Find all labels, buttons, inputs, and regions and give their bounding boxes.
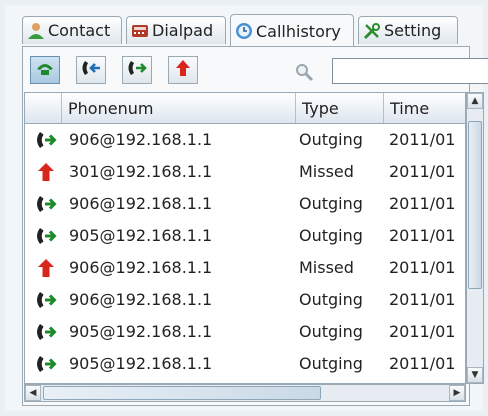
phonenum-cell: 906@192.168.1.1 bbox=[69, 258, 213, 277]
search-icon[interactable] bbox=[294, 62, 314, 82]
outgoing-call-icon bbox=[35, 323, 57, 341]
scroll-up-button[interactable]: ▲ bbox=[467, 93, 483, 109]
time-cell: 2011/01 bbox=[389, 354, 456, 373]
type-cell: Outging bbox=[299, 130, 363, 149]
phonenum-cell: 906@192.168.1.1 bbox=[69, 130, 213, 149]
dialpad-icon bbox=[131, 22, 149, 40]
filter-outgoing-button[interactable] bbox=[122, 56, 152, 84]
column-header-type[interactable]: Type bbox=[295, 93, 383, 123]
column-header-time[interactable]: Time bbox=[383, 93, 465, 123]
incoming-calls-icon bbox=[80, 59, 102, 81]
phonenum-cell: 301@192.168.1.1 bbox=[69, 162, 213, 181]
table-row[interactable]: 905@192.168.1.1 Outging 2011/01 bbox=[25, 219, 465, 251]
outgoing-call-icon bbox=[35, 195, 57, 213]
phonenum-cell: 906@192.168.1.1 bbox=[69, 290, 213, 309]
phonenum-cell: 905@192.168.1.1 bbox=[69, 226, 213, 245]
phonenum-cell: 905@192.168.1.1 bbox=[69, 354, 213, 373]
call-history-table: Phonenum Type Time 906@192.168.1.1 Outgin… bbox=[24, 92, 466, 384]
time-cell: 2011/01 bbox=[389, 322, 456, 341]
phonenum-cell: 905@192.168.1.1 bbox=[69, 322, 213, 341]
table-row[interactable]: 906@192.168.1.1 Outging 2011/01 bbox=[25, 187, 465, 219]
outgoing-call-icon bbox=[35, 355, 57, 373]
outgoing-calls-icon bbox=[126, 59, 148, 81]
time-cell: 2011/01 bbox=[389, 226, 456, 245]
table-row[interactable]: 301@192.168.1.1 Missed 2011/01 bbox=[25, 155, 465, 187]
outgoing-call-icon bbox=[35, 291, 57, 309]
phonenum-cell: 906@192.168.1.1 bbox=[69, 194, 213, 213]
toolbar bbox=[24, 54, 488, 88]
filter-all-button[interactable] bbox=[30, 56, 60, 84]
setting-icon bbox=[363, 22, 381, 40]
filter-missed-button[interactable] bbox=[168, 56, 198, 84]
search-input[interactable] bbox=[332, 58, 488, 84]
missed-call-icon bbox=[35, 259, 57, 277]
scroll-right-button[interactable]: ▶ bbox=[449, 385, 465, 401]
time-cell: 2011/01 bbox=[389, 290, 456, 309]
table-row[interactable]: 905@192.168.1.1 Outging 2011/01 bbox=[25, 347, 465, 379]
tab-dialpad[interactable]: Dialpad bbox=[126, 16, 226, 44]
tab-callhistory[interactable]: Callhistory bbox=[230, 14, 354, 47]
type-cell: Outging bbox=[299, 354, 363, 373]
table-row[interactable]: 905@192.168.1.1 Outging 2011/01 bbox=[25, 315, 465, 347]
filter-incoming-button[interactable] bbox=[76, 56, 106, 84]
scroll-down-button[interactable]: ▼ bbox=[467, 367, 483, 383]
type-cell: Outging bbox=[299, 290, 363, 309]
type-cell: Missed bbox=[299, 258, 354, 277]
horizontal-scroll-thumb[interactable] bbox=[43, 386, 321, 400]
scroll-left-button[interactable]: ◀ bbox=[25, 385, 41, 401]
all-calls-icon bbox=[35, 59, 55, 81]
time-cell: 2011/01 bbox=[389, 194, 456, 213]
table-row[interactable]: 906@192.168.1.1 Outging 2011/01 bbox=[25, 123, 465, 155]
icon-column-header[interactable] bbox=[25, 93, 61, 123]
type-cell: Missed bbox=[299, 162, 354, 181]
vertical-scroll-thumb[interactable] bbox=[468, 121, 482, 289]
tab-contact[interactable]: Contact bbox=[22, 16, 122, 44]
time-cell: 2011/01 bbox=[389, 258, 456, 277]
type-cell: Outging bbox=[299, 194, 363, 213]
horizontal-scrollbar[interactable]: ◀ ▶ bbox=[24, 384, 466, 402]
tab-label: Callhistory bbox=[256, 21, 341, 41]
time-cell: 2011/01 bbox=[389, 162, 456, 181]
table-header: Phonenum Type Time bbox=[25, 93, 465, 124]
type-cell: Outging bbox=[299, 322, 363, 341]
time-cell: 2011/01 bbox=[389, 130, 456, 149]
table-row[interactable]: 906@192.168.1.1 Outging 2011/01 bbox=[25, 283, 465, 315]
outgoing-call-icon bbox=[35, 131, 57, 149]
type-cell: Outging bbox=[299, 226, 363, 245]
missed-call-icon bbox=[35, 163, 57, 181]
tab-label: Dialpad bbox=[152, 21, 214, 40]
table-row[interactable]: 906@192.168.1.1 Missed 2011/01 bbox=[25, 251, 465, 283]
contact-icon bbox=[27, 22, 45, 40]
callhistory-icon bbox=[235, 22, 253, 40]
outgoing-call-icon bbox=[35, 227, 57, 245]
column-header-phonenum[interactable]: Phonenum bbox=[61, 93, 295, 123]
tab-setting[interactable]: Setting bbox=[358, 16, 458, 44]
vertical-scrollbar[interactable]: ▲ ▼ bbox=[466, 92, 484, 384]
missed-calls-icon bbox=[173, 58, 193, 82]
tab-label: Setting bbox=[384, 21, 442, 40]
tab-label: Contact bbox=[48, 21, 111, 40]
